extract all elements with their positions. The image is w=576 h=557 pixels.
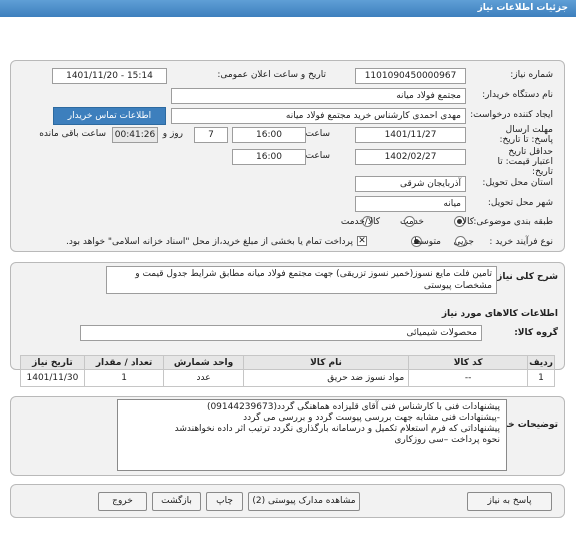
- cell-name: مواد نسوز ضد حریق: [242, 369, 410, 387]
- city-label: شهر محل تحویل:: [487, 198, 553, 208]
- col-date: تاریخ نیاز: [20, 355, 85, 370]
- announce-date-field: 1401/11/20 - 15:14: [52, 68, 167, 84]
- page-title: جزئیات اطلاعات نیاز: [0, 0, 576, 17]
- buyer-org-field: مجتمع فولاد میانه: [171, 88, 466, 104]
- province-field: آذربایجان شرقی: [355, 176, 466, 192]
- buyer-org-label: نام دستگاه خریدار:: [482, 90, 553, 100]
- province-label: استان محل تحویل:: [482, 178, 553, 188]
- need-number-label: شماره نیاز:: [510, 70, 553, 80]
- cell-code: --: [408, 369, 529, 387]
- deadline-days-field: 7: [194, 127, 228, 143]
- print-button[interactable]: چاپ: [206, 492, 243, 511]
- process-option-medium: متوسط: [412, 237, 441, 247]
- deadline-time-label: ساعت: [305, 129, 331, 139]
- treasury-payment-checkbox[interactable]: ✕: [357, 236, 367, 246]
- validity-time-field: 16:00: [232, 149, 306, 165]
- buyer-notes-field: پیشنهادات فنی با کارشناس فنی آقای قلیزاد…: [117, 399, 507, 471]
- reply-button[interactable]: پاسخ به نیاز: [467, 492, 552, 511]
- deadline-days-label: روز و: [162, 129, 183, 139]
- category-option-service: خدمت: [400, 217, 424, 227]
- summary-field: تامین فلت مایع نسوز(خمیر نسوز تزریقی) جه…: [106, 266, 497, 294]
- process-option-minor: جزیی: [453, 237, 474, 247]
- back-button[interactable]: بازگشت: [152, 492, 201, 511]
- validity-label: حداقل تاریخ اعتبار قیمت: تا تاریخ:: [497, 147, 553, 177]
- goods-group-field: محصولات شیمیائی: [80, 325, 482, 341]
- col-name: نام کالا: [242, 355, 410, 370]
- requester-field: مهدی احمدی کارشناس خرید مجتمع فولاد میان…: [171, 108, 466, 124]
- col-qty: تعداد / مقدار: [83, 355, 165, 370]
- buyer-note-line: -پیشنهادات فنی مشابه جهت بررسی پیوست گرد…: [243, 413, 500, 423]
- process-label: نوع فرآیند خرید :: [489, 237, 553, 247]
- view-attachments-button[interactable]: مشاهده مدارک پیوستی (2): [248, 492, 360, 511]
- buyer-note-line: پیشنهادات فنی با کارشناس فنی آقای قلیزاد…: [206, 402, 500, 412]
- cell-unit: عدد: [163, 369, 244, 387]
- treasury-payment-note: پرداخت تمام یا بخشی از مبلغ خرید،از محل …: [65, 237, 353, 247]
- buyer-contact-button[interactable]: اطلاعات تماس خریدار: [53, 107, 166, 125]
- cell-date: 1401/11/30: [20, 369, 85, 387]
- col-row: ردیف: [527, 355, 555, 370]
- buyer-note-line: نحوه پرداخت –سی روزکاری: [394, 435, 500, 445]
- category-option-goods: کالا: [461, 217, 474, 227]
- category-label: طبقه بندی موضوعی:: [473, 217, 553, 227]
- deadline-time-field: 16:00: [232, 127, 306, 143]
- requester-label: ایجاد کننده درخواست:: [470, 110, 553, 120]
- items-table: تاریخ نیاز تعداد / مقدار واحد شمارش نام …: [20, 355, 555, 387]
- remaining-time-label: ساعت باقی مانده: [39, 129, 106, 139]
- deadline-date-field: 1401/11/27: [355, 127, 466, 143]
- deadline-label: مهلت ارسال پاسخ: تا تاریخ:: [499, 125, 553, 145]
- remaining-time-field: 00:41:26: [112, 127, 158, 143]
- col-unit: واحد شمارش: [163, 355, 244, 370]
- exit-button[interactable]: خروج: [98, 492, 147, 511]
- buyer-note-line: پیشنهاداتی که فرم استعلام تکمیل و درساما…: [174, 424, 500, 434]
- summary-text: تامین فلت مایع نسوز(خمیر نسوز تزریقی) جه…: [135, 269, 492, 291]
- summary-label: شرح کلی نیاز:: [493, 272, 558, 282]
- table-row: 1401/11/30 1 عدد مواد نسوز ضد حریق -- 1: [20, 369, 555, 387]
- goods-group-label: گروه کالا:: [514, 328, 558, 338]
- category-option-goods-service: کالا/خدمت: [340, 217, 380, 227]
- validity-time-label: ساعت: [305, 151, 331, 161]
- validity-date-field: 1402/02/27: [355, 149, 466, 165]
- announce-date-label: تاریخ و ساعت اعلان عمومی:: [217, 70, 326, 80]
- city-field: میانه: [355, 196, 466, 212]
- need-number-field: 1101090450000967: [355, 68, 466, 84]
- cell-qty: 1: [83, 369, 165, 387]
- col-code: کد کالا: [408, 355, 529, 370]
- goods-info-title: اطلاعات کالاهای مورد نیاز: [441, 309, 558, 319]
- cell-row: 1: [527, 369, 555, 387]
